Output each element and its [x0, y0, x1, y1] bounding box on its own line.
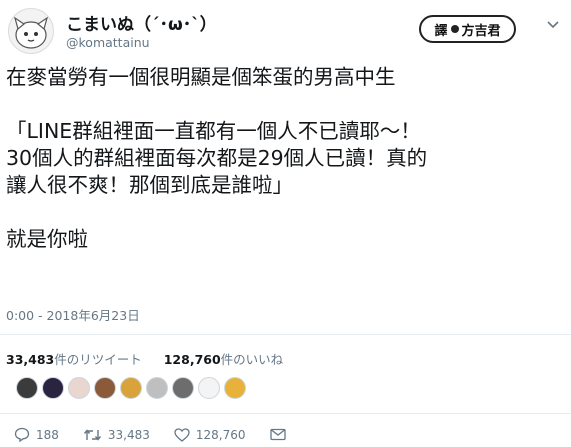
watermark-badge: 譯 方吉君 — [419, 15, 516, 43]
heart-icon — [174, 427, 190, 442]
liker-avatars — [16, 377, 246, 399]
engagement-stats: 33,483件のリツイート 128,760件のいいね — [6, 349, 283, 368]
divider — [0, 413, 571, 414]
direct-message-button[interactable] — [269, 428, 292, 441]
user-handle[interactable]: @komattainu — [66, 35, 150, 50]
reply-icon — [14, 427, 30, 442]
retweet-total[interactable]: 33,483 — [6, 352, 54, 367]
watermark-prefix: 譯 — [434, 23, 448, 39]
avatar[interactable] — [8, 8, 54, 54]
liker-avatar[interactable] — [68, 377, 90, 399]
like-total-label: 件のいいね — [220, 352, 284, 367]
liker-avatar[interactable] — [94, 377, 116, 399]
liker-avatar[interactable] — [42, 377, 64, 399]
like-count: 128,760 — [195, 427, 246, 442]
liker-avatar[interactable] — [172, 377, 194, 399]
retweet-icon — [83, 428, 101, 441]
chevron-down-icon[interactable] — [547, 18, 559, 33]
retweet-button[interactable]: 33,483 — [83, 428, 150, 442]
watermark-text: 方吉君 — [461, 23, 501, 39]
like-total[interactable]: 128,760 — [164, 352, 221, 367]
liker-avatar[interactable] — [224, 377, 246, 399]
reply-count: 188 — [36, 427, 59, 442]
tweet-timestamp[interactable]: 0:00 - 2018年6月23日 — [6, 305, 140, 324]
liker-avatar[interactable] — [16, 377, 38, 399]
divider — [0, 334, 571, 335]
liker-avatar[interactable] — [120, 377, 142, 399]
liker-avatar[interactable] — [146, 377, 168, 399]
avatar-image — [13, 16, 49, 49]
liker-avatar[interactable] — [198, 377, 220, 399]
like-button[interactable]: 128,760 — [174, 428, 246, 442]
reply-button[interactable]: 188 — [14, 427, 59, 442]
watermark-dot-icon — [450, 25, 459, 33]
display-name[interactable]: こまいぬ（´･ω･`） — [66, 10, 217, 35]
envelope-icon — [269, 428, 286, 441]
action-bar: 188 33,483 128,760 — [14, 427, 316, 442]
retweet-count: 33,483 — [107, 427, 150, 442]
retweet-total-label: 件のリツイート — [54, 352, 142, 367]
tweet-text: 在麥當勞有一個很明顯是個笨蛋的男高中生 「LINE群組裡面一直都有一個人不已讀耶… — [6, 65, 428, 251]
